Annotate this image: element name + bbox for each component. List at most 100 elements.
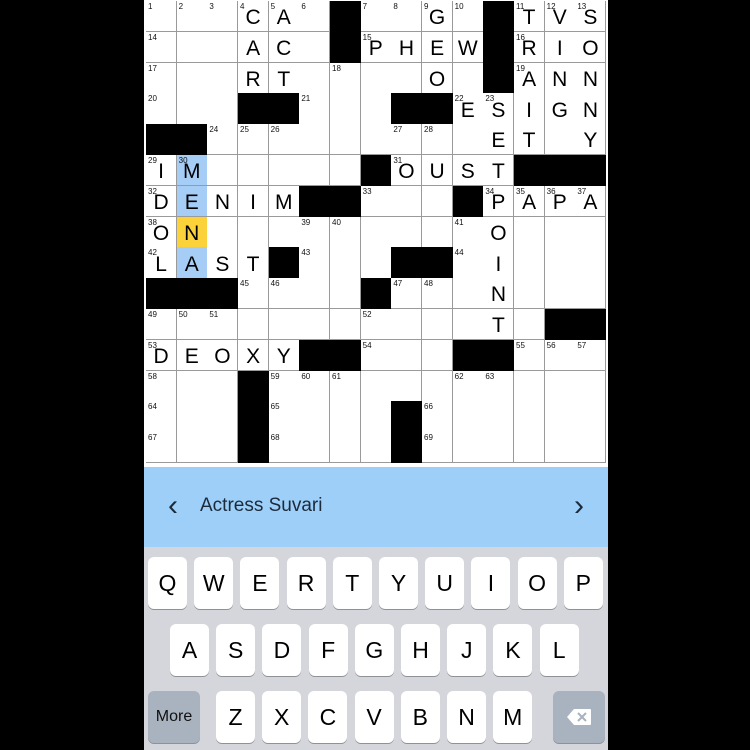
grid-cell[interactable] <box>452 401 484 433</box>
grid-cell[interactable] <box>330 278 362 310</box>
grid-cell[interactable] <box>176 370 208 402</box>
grid-cell[interactable]: 48 <box>422 278 454 310</box>
grid-cell[interactable] <box>299 124 331 156</box>
grid-cell[interactable] <box>268 216 300 248</box>
grid-cell[interactable] <box>176 31 208 64</box>
grid-cell[interactable] <box>299 309 331 341</box>
grid-cell[interactable] <box>422 216 454 248</box>
grid-cell[interactable] <box>207 31 239 64</box>
grid-cell[interactable]: 25 <box>238 124 270 156</box>
grid-cell[interactable] <box>391 339 423 372</box>
grid-cell[interactable]: 49 <box>146 309 178 341</box>
grid-cell[interactable]: 18 <box>330 62 362 94</box>
grid-cell[interactable] <box>452 62 484 94</box>
grid-cell[interactable]: 35 A <box>514 185 546 218</box>
grid-cell[interactable] <box>176 62 208 94</box>
grid-cell[interactable] <box>360 93 392 125</box>
grid-cell[interactable]: 26 <box>268 124 300 156</box>
grid-cell[interactable]: I <box>514 93 546 125</box>
grid-cell[interactable]: 61 <box>330 370 362 402</box>
grid-cell[interactable]: 39 <box>299 216 331 248</box>
next-clue-button[interactable]: › <box>564 489 594 523</box>
grid-cell[interactable] <box>544 370 576 402</box>
grid-cell[interactable]: 9G <box>422 1 454 33</box>
grid-cell[interactable] <box>207 432 239 464</box>
grid-cell[interactable] <box>452 124 484 156</box>
grid-cell[interactable]: N <box>176 216 208 248</box>
grid-cell[interactable]: A <box>238 31 270 64</box>
grid-cell[interactable]: S <box>452 155 484 187</box>
clue-text[interactable]: Actress Suvari <box>200 495 322 517</box>
grid-cell[interactable]: R <box>238 62 270 94</box>
grid-cell[interactable] <box>330 432 362 464</box>
grid-cell[interactable] <box>514 247 546 279</box>
grid-cell[interactable]: 17 <box>146 62 178 94</box>
grid-cell[interactable]: 38 O <box>146 216 178 248</box>
grid-cell[interactable] <box>176 432 208 464</box>
grid-cell[interactable] <box>360 124 392 156</box>
grid-cell[interactable]: 69 <box>422 432 454 464</box>
grid-cell[interactable]: 7 <box>360 1 392 33</box>
grid-cell[interactable]: H <box>391 31 423 64</box>
grid-cell[interactable]: C <box>268 31 300 64</box>
grid-cell[interactable]: M <box>268 185 300 218</box>
grid-cell[interactable]: I <box>544 31 576 64</box>
grid-cell[interactable]: 30 M <box>176 155 208 187</box>
grid-cell[interactable]: 60 <box>299 370 331 402</box>
grid-cell[interactable] <box>544 432 576 464</box>
grid-cell[interactable]: 10 <box>452 1 484 33</box>
grid-cell[interactable]: N <box>575 62 607 94</box>
grid-cell[interactable] <box>422 339 454 372</box>
grid-cell[interactable] <box>360 216 392 248</box>
grid-cell[interactable]: U <box>422 155 454 187</box>
grid-cell[interactable] <box>391 62 423 94</box>
grid-cell[interactable] <box>330 155 362 187</box>
grid-cell[interactable] <box>422 309 454 341</box>
grid-cell[interactable]: 64 <box>146 401 178 433</box>
grid-cell[interactable] <box>330 124 362 156</box>
key-y[interactable]: Y <box>379 557 418 609</box>
grid-cell[interactable] <box>207 62 239 94</box>
grid-cell[interactable]: 32 D <box>146 185 178 218</box>
grid-cell[interactable]: T <box>483 155 515 187</box>
grid-cell[interactable]: 29 I <box>146 155 178 187</box>
grid-cell[interactable]: T <box>514 124 546 156</box>
grid-cell[interactable]: 51 <box>207 309 239 341</box>
key-e[interactable]: E <box>240 557 280 609</box>
grid-cell[interactable]: 53 D <box>146 339 178 372</box>
key-w[interactable]: W <box>194 557 234 609</box>
key-h[interactable]: H <box>401 624 440 676</box>
grid-cell[interactable]: 50 <box>176 309 208 341</box>
grid-cell[interactable] <box>514 401 546 433</box>
grid-cell[interactable] <box>575 216 607 248</box>
grid-cell[interactable]: E <box>176 339 208 372</box>
grid-cell[interactable] <box>176 401 208 433</box>
key-j[interactable]: J <box>447 624 487 676</box>
grid-cell[interactable]: 24 <box>207 124 239 156</box>
grid-cell[interactable] <box>238 309 270 341</box>
grid-cell[interactable] <box>330 401 362 433</box>
grid-cell[interactable]: N <box>207 185 239 218</box>
grid-cell[interactable]: 45 <box>238 278 270 310</box>
grid-cell[interactable]: A <box>176 247 208 279</box>
grid-cell[interactable] <box>330 93 362 125</box>
grid-cell[interactable]: 5A <box>268 1 300 33</box>
grid-cell[interactable]: N <box>544 62 576 94</box>
grid-cell[interactable]: 56 <box>544 339 576 372</box>
grid-cell[interactable] <box>360 432 392 464</box>
grid-cell[interactable] <box>391 309 423 341</box>
grid-cell[interactable] <box>299 62 331 94</box>
grid-cell[interactable]: 12 V <box>544 1 576 33</box>
grid-cell[interactable]: 21 <box>299 93 331 125</box>
grid-cell[interactable]: S <box>207 247 239 279</box>
grid-cell[interactable] <box>360 62 392 94</box>
grid-cell[interactable]: 28 <box>422 124 454 156</box>
grid-cell[interactable] <box>544 124 576 156</box>
key-n[interactable]: N <box>447 691 486 743</box>
grid-cell[interactable]: 23 S <box>483 93 515 125</box>
grid-cell[interactable]: 40 <box>330 216 362 248</box>
grid-cell[interactable]: 3 <box>207 1 239 33</box>
grid-cell[interactable] <box>299 155 331 187</box>
key-d[interactable]: D <box>262 624 302 676</box>
grid-cell[interactable]: 2 <box>176 1 208 33</box>
